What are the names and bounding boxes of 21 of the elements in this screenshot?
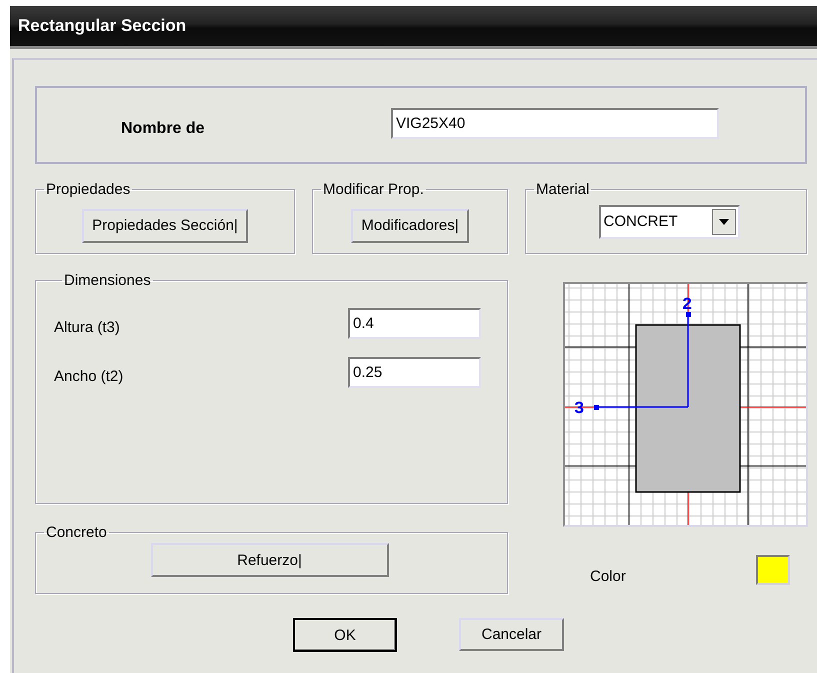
- group-button[interactable]: Modificadores|: [351, 208, 469, 242]
- reinforcement-button[interactable]: Refuerzo|: [150, 543, 388, 577]
- material-dropdown[interactable]: CONCRET: [598, 204, 740, 238]
- field-label: Ancho (t2): [54, 368, 124, 385]
- window-title: Rectangular Seccion: [10, 6, 817, 49]
- name-input-field[interactable]: VIG25X40: [391, 108, 719, 138]
- dimension-input-field[interactable]: 0.25: [348, 357, 481, 388]
- dimension-input-field[interactable]: 0.4: [348, 308, 481, 339]
- dropdown-value: CONCRET: [602, 213, 679, 230]
- color-swatch[interactable]: [756, 555, 790, 585]
- group-title: Modificar Prop.: [322, 181, 425, 198]
- group-button[interactable]: Propiedades Sección|: [82, 208, 248, 242]
- group-title: Concreto: [45, 524, 108, 541]
- group-title: Propiedades: [45, 181, 132, 198]
- color-label: Color: [590, 568, 627, 584]
- group-title: Dimensiones: [63, 272, 152, 289]
- field-label: Nombre de: [121, 120, 206, 138]
- ok-button[interactable]: OK: [293, 618, 397, 652]
- field-label: Altura (t3): [54, 319, 121, 336]
- cancel-button[interactable]: Cancelar: [459, 618, 564, 651]
- group-title: Material: [535, 181, 590, 198]
